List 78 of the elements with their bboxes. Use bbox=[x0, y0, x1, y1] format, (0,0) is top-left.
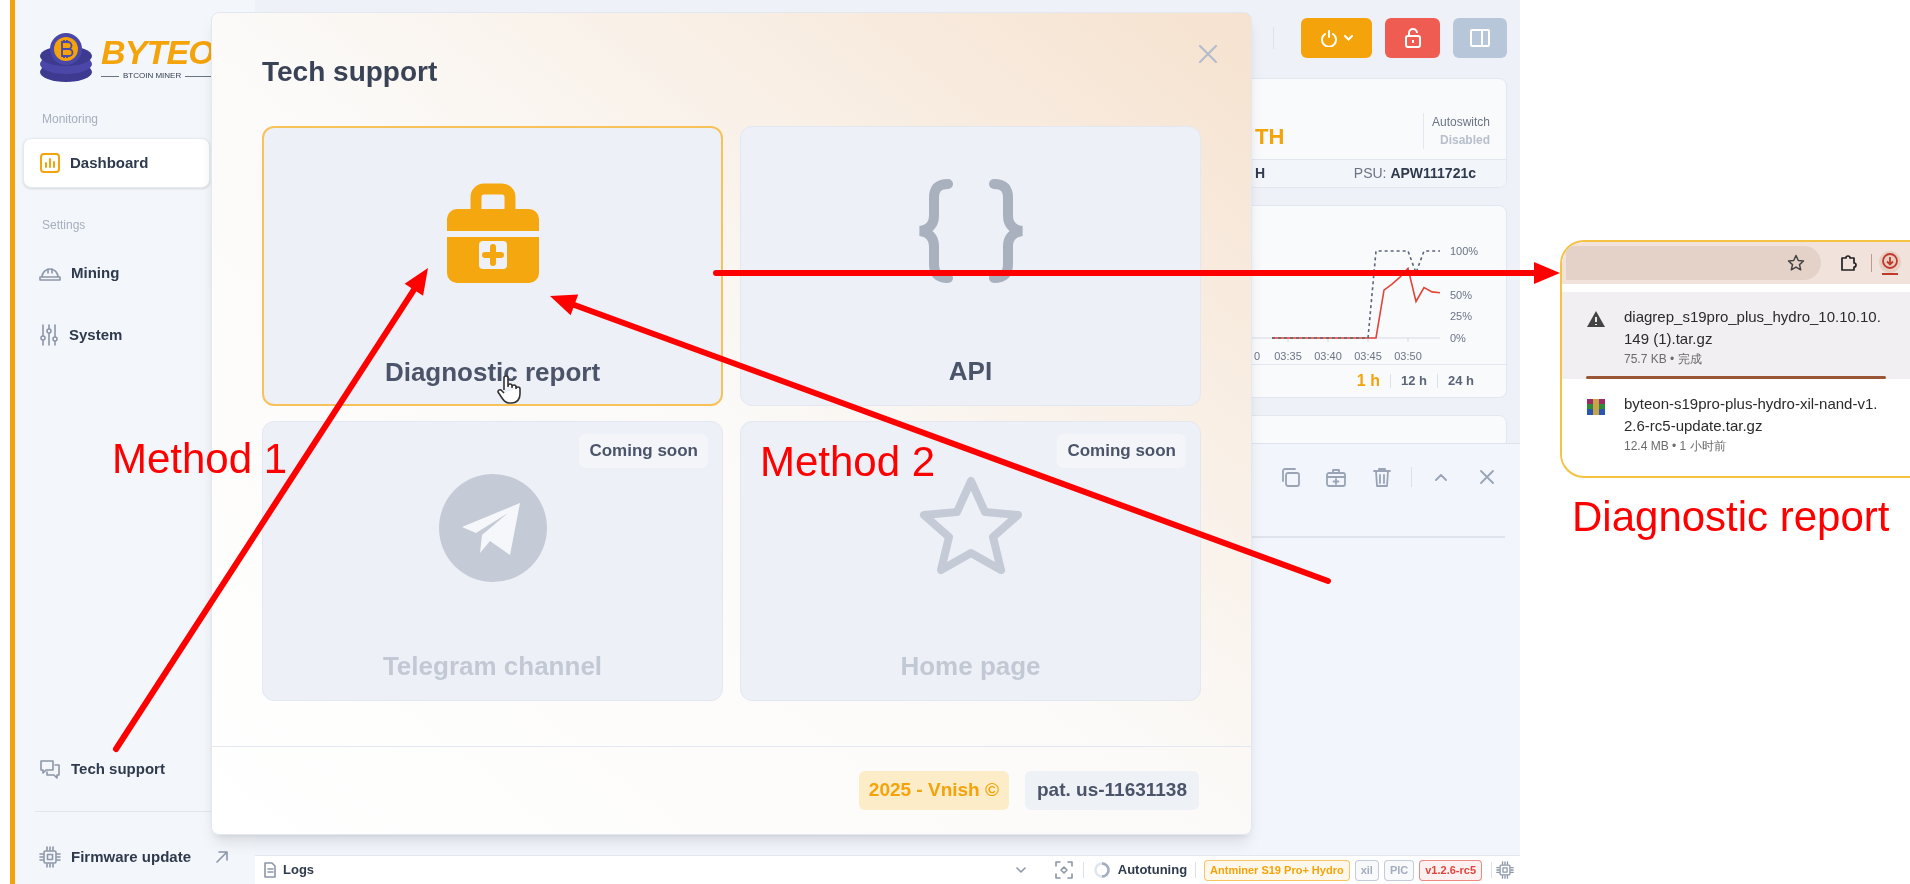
y-axis-label: 25% bbox=[1450, 310, 1473, 323]
bar-chart-icon bbox=[40, 153, 60, 173]
time-range-tab[interactable]: 12 h bbox=[1390, 371, 1437, 391]
panel-toggle-button[interactable] bbox=[1453, 17, 1507, 58]
coming-soon-badge: Coming soon bbox=[579, 434, 708, 468]
power-icon bbox=[1319, 28, 1354, 47]
sidebar-item[interactable]: Firmware update bbox=[23, 832, 247, 882]
power-button[interactable] bbox=[1301, 17, 1372, 58]
first-aid-kit-icon bbox=[1325, 466, 1347, 488]
x-axis-label: 03:35 bbox=[1274, 350, 1302, 362]
file-name: byteon-s19pro-plus-hydro-xil-nand-v1.2.6-rc5-update.tar.gz bbox=[1624, 394, 1879, 436]
copy-button[interactable] bbox=[1279, 466, 1301, 488]
sidebar-item[interactable]: System bbox=[23, 310, 210, 360]
delete-button[interactable] bbox=[1371, 466, 1393, 488]
annotation-label: Diagnostic report bbox=[1572, 496, 1890, 538]
arrow-up-right-icon bbox=[215, 850, 229, 864]
mode-label: Autotuning bbox=[1117, 861, 1188, 880]
brand-tagline: BTCOIN MINER bbox=[123, 70, 182, 82]
close-icon bbox=[1480, 470, 1494, 484]
chat-icon bbox=[39, 759, 61, 779]
x-axis-label: 0 bbox=[1253, 350, 1260, 362]
logs-toggle[interactable]: Logs bbox=[263, 860, 315, 880]
status-tag: PIC bbox=[1383, 859, 1415, 881]
dialog-title: Tech support bbox=[262, 55, 438, 89]
sidebar-item[interactable]: Mining bbox=[23, 248, 210, 298]
archive-file-icon bbox=[1586, 397, 1606, 417]
close-button[interactable] bbox=[1197, 43, 1219, 65]
chevron-down-icon bbox=[1014, 866, 1027, 874]
y-axis-label: 50% bbox=[1450, 288, 1473, 301]
chevron-up-icon bbox=[1435, 473, 1447, 481]
chip-icon bbox=[1496, 861, 1514, 879]
psu-model: PSU: APW111721c bbox=[1353, 164, 1476, 183]
star-icon bbox=[1787, 254, 1805, 272]
status-tag: Antminer S19 Pro+ Hydro bbox=[1204, 859, 1350, 881]
sidebar-item[interactable]: Tech support bbox=[23, 744, 210, 794]
section-heading: Settings bbox=[41, 217, 87, 234]
autoswitch-value: Disabled bbox=[1440, 132, 1490, 149]
annotation-label: Method 2 bbox=[760, 441, 936, 483]
close-icon bbox=[1197, 43, 1219, 65]
section-heading: Monitoring bbox=[41, 111, 100, 128]
sidebar-panel-icon bbox=[1470, 28, 1490, 47]
status-tag: v1.2.6-rc5 bbox=[1419, 859, 1482, 881]
y-axis-label: 100% bbox=[1450, 245, 1479, 257]
diagnostic-report-button[interactable] bbox=[1325, 466, 1347, 488]
hashrate-text: H bbox=[1255, 164, 1266, 183]
paper-plane-icon bbox=[437, 472, 548, 583]
copy-icon bbox=[1279, 466, 1301, 488]
file-details: 75.7 KB • 完成 bbox=[1624, 351, 1703, 368]
time-range-tab[interactable]: 24 h bbox=[1438, 371, 1484, 391]
status-tag: xil bbox=[1354, 859, 1379, 881]
file-name: diagrep_s19pro_plus_hydro_10.10.10.149 (1).tar.gz bbox=[1624, 307, 1882, 349]
sidebar-item[interactable]: Dashboard bbox=[23, 138, 210, 188]
x-axis-label: 03:45 bbox=[1354, 350, 1382, 362]
download-item[interactable]: diagrep_s19pro_plus_hydro_10.10.10.149 (1).tar.gz 75.7 KB • 完成 bbox=[1562, 292, 1910, 379]
y-axis-label: 0% bbox=[1450, 332, 1466, 344]
document-icon bbox=[263, 862, 277, 878]
chip-icon bbox=[39, 846, 61, 868]
x-axis-label: 03:50 bbox=[1394, 350, 1422, 362]
x-axis-label: 03:40 bbox=[1314, 350, 1342, 362]
support-option-card[interactable]: Diagnostic report bbox=[262, 126, 723, 406]
hashrate-unit: TH bbox=[1255, 123, 1285, 151]
annotation-label: Method 1 bbox=[112, 438, 288, 480]
trash-icon bbox=[1371, 466, 1393, 488]
file-details: 12.4 MB • 1 小时前 bbox=[1624, 438, 1727, 455]
brand-name: BYTEO bbox=[101, 34, 214, 70]
focus-icon bbox=[1054, 861, 1073, 879]
sliders-icon bbox=[39, 324, 59, 346]
unlock-button[interactable] bbox=[1385, 17, 1440, 58]
coming-soon-badge: Coming soon bbox=[1057, 434, 1186, 468]
download-icon[interactable] bbox=[1878, 250, 1902, 276]
spinner-icon bbox=[1093, 862, 1110, 878]
puzzle-piece-icon bbox=[1839, 254, 1857, 272]
unlock-icon bbox=[1403, 27, 1422, 48]
patent-badge: pat. us-11631138 bbox=[1025, 771, 1199, 810]
support-option-card[interactable]: API bbox=[740, 126, 1201, 406]
copyright-badge: 2025 - Vnish © bbox=[858, 771, 1009, 810]
warning-icon bbox=[1586, 310, 1606, 328]
autoswitch-label: Autoswitch bbox=[1431, 114, 1490, 131]
